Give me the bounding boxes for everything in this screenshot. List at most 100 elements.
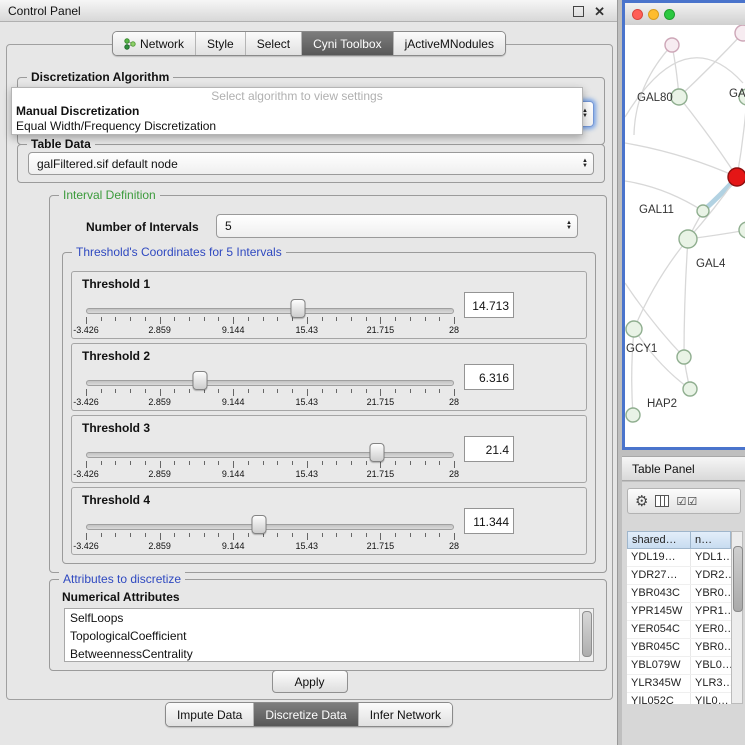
tick-mark <box>160 317 161 324</box>
network-node[interactable] <box>677 350 691 364</box>
table-row[interactable]: YBR045CYBR0… <box>627 639 731 657</box>
tick-mark <box>174 317 175 321</box>
list-item-betweennesscentrality[interactable]: BetweennessCentrality <box>65 645 593 662</box>
table-scrollbar[interactable] <box>731 531 743 704</box>
network-node[interactable] <box>626 408 640 422</box>
table-row[interactable]: YBL079WYBL0… <box>627 657 731 675</box>
cell-shared-name: YBL079W <box>627 657 691 674</box>
stepper-arrows-icon: ▲▼ <box>566 221 572 231</box>
tick-label: 9.144 <box>222 325 245 335</box>
threshold-1-label: Threshold 1 <box>82 277 150 291</box>
slider-track[interactable] <box>86 308 454 314</box>
tick-mark <box>322 317 323 321</box>
network-canvas[interactable]: GAL80GAGAL11GAL4GCY1HAP2 <box>625 25 745 447</box>
table-row[interactable]: YDR27…YDR2… <box>627 567 731 585</box>
popup-option-manual-discretization[interactable]: Manual Discretization <box>12 104 582 119</box>
network-node[interactable] <box>626 321 642 337</box>
network-node[interactable] <box>665 38 679 52</box>
table-row[interactable]: YIL052CYIL0… <box>627 693 731 704</box>
number-of-intervals-value: 5 <box>225 219 232 233</box>
tick-mark <box>395 533 396 537</box>
table-row[interactable]: YPR145WYPR1… <box>627 603 731 621</box>
table-row[interactable]: YBR043CYBR0… <box>627 585 731 603</box>
tab-cyni-toolbox[interactable]: Cyni Toolbox <box>301 32 392 55</box>
threshold-2-label: Threshold 2 <box>82 349 150 363</box>
tick-mark <box>454 533 455 540</box>
slider-thumb[interactable] <box>251 515 266 534</box>
close-traffic-light-icon[interactable] <box>632 9 643 20</box>
table-row[interactable]: YER054CYER0… <box>627 621 731 639</box>
slider-thumb[interactable] <box>291 299 306 318</box>
attributes-list[interactable]: SelfLoopsTopologicalCoefficientBetweenne… <box>64 608 594 662</box>
minimize-traffic-light-icon[interactable] <box>648 9 659 20</box>
tick-mark <box>218 461 219 465</box>
threshold-4-value[interactable]: 11.344 <box>464 508 514 534</box>
tab-infer-network[interactable]: Infer Network <box>358 703 452 726</box>
slider-ticks <box>86 317 454 325</box>
network-edge[interactable] <box>625 58 743 117</box>
gear-icon[interactable]: ⚙ <box>635 494 648 509</box>
tab-discretize-data[interactable]: Discretize Data <box>253 703 357 726</box>
threshold-2-value[interactable]: 6.316 <box>464 364 514 390</box>
number-of-intervals-combo[interactable]: 5 ▲▼ <box>216 214 578 238</box>
list-item-topologicalcoefficient[interactable]: TopologicalCoefficient <box>65 627 593 645</box>
threshold-1-value[interactable]: 14.713 <box>464 292 514 318</box>
threshold-4-box: Threshold 4-3.4262.8599.14415.4321.71528… <box>71 487 587 555</box>
slider-track[interactable] <box>86 380 454 386</box>
tick-mark <box>101 389 102 393</box>
network-node[interactable] <box>671 89 687 105</box>
list-scrollbar-thumb[interactable] <box>582 611 592 657</box>
tick-mark <box>439 389 440 393</box>
network-node[interactable] <box>679 230 697 248</box>
float-icon[interactable] <box>573 6 584 17</box>
table-data-combo[interactable]: galFiltered.sif default node ▲▼ <box>28 152 594 175</box>
column-header-name[interactable]: n… <box>691 531 731 549</box>
tab-select[interactable]: Select <box>245 32 301 55</box>
slider-thumb[interactable] <box>193 371 208 390</box>
table-row[interactable]: YDL19…YDL1… <box>627 549 731 567</box>
threshold-3-value[interactable]: 21.4 <box>464 436 514 462</box>
tick-mark <box>380 317 381 324</box>
popup-option-equal-width-frequency-discretization[interactable]: Equal Width/Frequency Discretization <box>12 119 582 134</box>
network-window: GAL80GAGAL11GAL4GCY1HAP2 <box>622 0 745 450</box>
network-node[interactable] <box>683 382 697 396</box>
tick-mark <box>439 533 440 537</box>
list-scrollbar[interactable] <box>579 609 593 661</box>
table-row[interactable]: YLR345WYLR3… <box>627 675 731 693</box>
tab-style[interactable]: Style <box>195 32 245 55</box>
slider-track[interactable] <box>86 452 454 458</box>
close-icon[interactable]: ✕ <box>594 5 605 18</box>
network-edge[interactable] <box>737 97 745 177</box>
tick-mark <box>454 389 455 396</box>
network-node[interactable] <box>739 222 745 238</box>
cell-name: YPR1… <box>691 603 731 620</box>
algorithm-popup: Select algorithm to view settings Manual… <box>11 87 583 135</box>
slider-thumb[interactable] <box>369 443 384 462</box>
tick-label: -3.426 <box>73 397 99 407</box>
network-edge[interactable] <box>634 45 672 135</box>
select-checkbox-icons[interactable]: ☑☑ <box>676 495 698 508</box>
threshold-3-box: Threshold 3-3.4262.8599.14415.4321.71528… <box>71 415 587 483</box>
tab-impute-data[interactable]: Impute Data <box>166 703 253 726</box>
columns-icon[interactable] <box>655 495 669 507</box>
network-edge[interactable] <box>632 329 634 415</box>
network-node[interactable] <box>735 25 745 41</box>
list-item-selfloops[interactable]: SelfLoops <box>65 609 593 627</box>
tick-mark <box>130 533 131 537</box>
tab-network[interactable]: Network <box>113 32 195 55</box>
apply-button[interactable]: Apply <box>271 670 347 693</box>
table-scrollbar-thumb[interactable] <box>733 546 743 612</box>
tick-mark <box>336 389 337 393</box>
zoom-traffic-light-icon[interactable] <box>664 9 675 20</box>
network-node[interactable] <box>697 205 709 217</box>
tick-mark <box>130 317 131 321</box>
column-header-shared-name[interactable]: shared… <box>627 531 691 549</box>
tick-mark <box>218 533 219 537</box>
network-edge[interactable] <box>625 143 737 177</box>
network-node[interactable] <box>728 168 745 186</box>
tab-jactivemnodules[interactable]: jActiveMNodules <box>393 32 505 55</box>
network-edge[interactable] <box>684 239 688 357</box>
slider-track[interactable] <box>86 524 454 530</box>
network-edge[interactable] <box>634 239 688 329</box>
tick-mark <box>86 317 87 324</box>
